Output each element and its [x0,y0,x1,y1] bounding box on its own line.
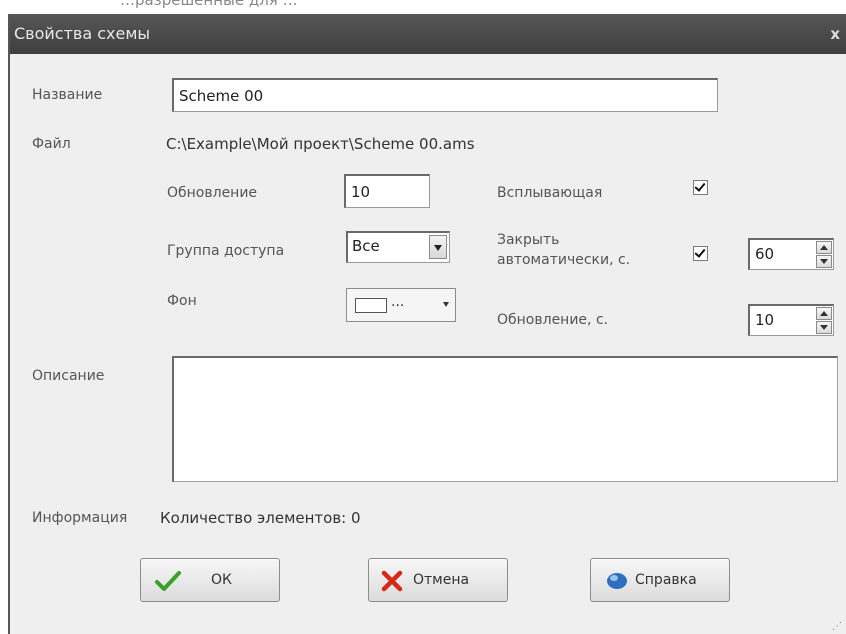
auto-close-label-line1: Закрыть [497,232,560,248]
refresh-sec-value: 10 [755,311,775,329]
background-label: Фон [167,293,197,309]
help-button[interactable]: Справка [590,558,730,602]
refresh-sec-spinner[interactable]: 10 [748,304,834,336]
refresh-label: Обновление [167,185,258,201]
info-label: Информация [32,510,128,526]
access-group-value: Все [352,237,380,255]
help-button-label: Справка [635,572,697,588]
scheme-properties-dialog: Свойства схемы x Название Файл C:\Exampl… [8,14,846,634]
file-path: C:\Example\Мой проект\Scheme 00.ams [166,135,475,153]
ok-button[interactable]: ОК [140,558,280,602]
title-bar[interactable]: Свойства схемы x [10,14,846,54]
popup-checkbox[interactable] [693,180,708,195]
name-input[interactable] [172,78,718,112]
description-label: Описание [32,368,105,384]
spin-down-icon[interactable] [816,321,832,334]
chevron-down-icon[interactable] [429,235,447,259]
ok-button-label: ОК [211,572,232,588]
cancel-button[interactable]: Отмена [368,558,508,602]
red-x-icon [381,570,403,592]
element-count: Количество элементов: 0 [160,509,361,527]
access-group-label: Группа доступа [167,243,285,259]
spin-down-icon[interactable] [816,255,832,268]
checkmark-icon [155,571,181,591]
refresh-input[interactable] [344,174,430,208]
background-color-picker[interactable]: ... [346,288,456,322]
auto-close-label-line2: автоматически, с. [497,252,631,268]
refresh-sec-label: Обновление, с. [497,312,609,328]
file-label: Файл [32,136,71,152]
popup-label: Всплывающая [497,185,603,201]
dialog-title: Свойства схемы [14,24,151,43]
spin-up-icon[interactable] [816,307,832,320]
resize-grip-icon[interactable]: ⋰ [832,621,842,632]
close-button[interactable]: x [830,25,840,43]
description-textarea[interactable] [172,356,838,482]
access-group-select[interactable]: Все [346,231,450,263]
background-window-text: …разрешённые для … [120,0,298,9]
color-swatch [355,298,387,313]
caret-down-icon [443,302,449,307]
auto-close-checkbox[interactable] [693,246,708,261]
help-icon [607,573,627,589]
background-window-fragment: …разрешённые для … [0,0,846,14]
cancel-button-label: Отмена [413,572,470,588]
color-more-label: ... [391,294,405,310]
auto-close-spinner[interactable]: 60 [748,238,834,270]
spin-up-icon[interactable] [816,241,832,254]
name-label: Название [32,87,103,103]
auto-close-value: 60 [755,245,775,263]
